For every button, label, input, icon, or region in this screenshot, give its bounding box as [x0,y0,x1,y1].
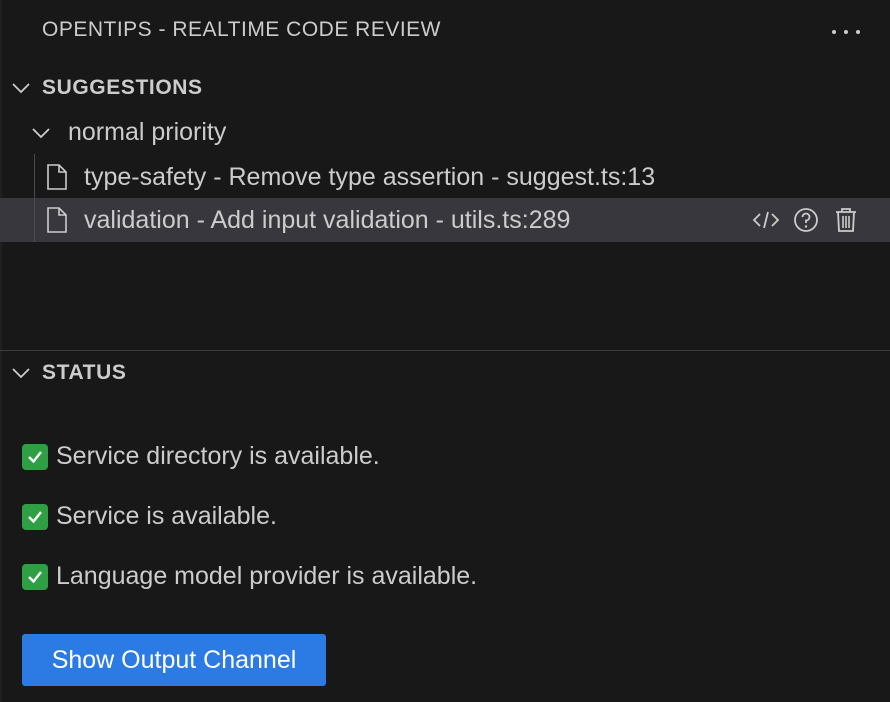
file-icon [46,164,68,190]
status-line: Language model provider is available. [22,562,477,591]
trash-icon[interactable] [832,206,860,234]
chevron-down-icon [10,362,32,384]
chevron-down-icon [30,122,52,144]
suggestions-section-label: SUGGESTIONS [42,76,203,99]
check-icon [22,503,48,530]
status-line: Service is available. [22,502,277,531]
suggestion-item-label: type-safety - Remove type assertion - su… [84,163,656,191]
code-icon[interactable] [752,206,780,234]
item-actions [752,206,860,234]
suggestions-section-header[interactable]: SUGGESTIONS [0,68,890,108]
section-divider[interactable] [0,350,890,351]
view-title: OPENTIPS - REALTIME CODE REVIEW [42,18,441,41]
status-line: Service directory is available. [22,442,380,471]
check-icon [22,563,48,590]
show-output-channel-button[interactable]: Show Output Channel [22,634,326,686]
file-icon [46,207,68,233]
tree-group-label: normal priority [68,118,227,146]
tree-group-normal-priority[interactable]: normal priority [0,112,890,154]
suggestion-item-selected[interactable]: validation - Add input validation - util… [0,198,890,242]
suggestion-item[interactable]: type-safety - Remove type assertion - su… [0,155,890,199]
status-line-text: Service is available. [56,502,277,530]
status-line-text: Language model provider is available. [56,562,478,590]
ellipsis-icon[interactable] [832,20,860,44]
help-icon[interactable] [792,206,820,234]
status-line-text: Service directory is available. [56,442,380,470]
chevron-down-icon [10,77,32,99]
view-header: OPENTIPS - REALTIME CODE REVIEW [0,0,890,64]
suggestion-item-label: validation - Add input validation - util… [84,206,571,234]
check-icon [22,443,48,470]
status-section-label: STATUS [42,361,127,384]
status-section-header[interactable]: STATUS [0,353,890,393]
tree-indent-guide [34,154,35,242]
